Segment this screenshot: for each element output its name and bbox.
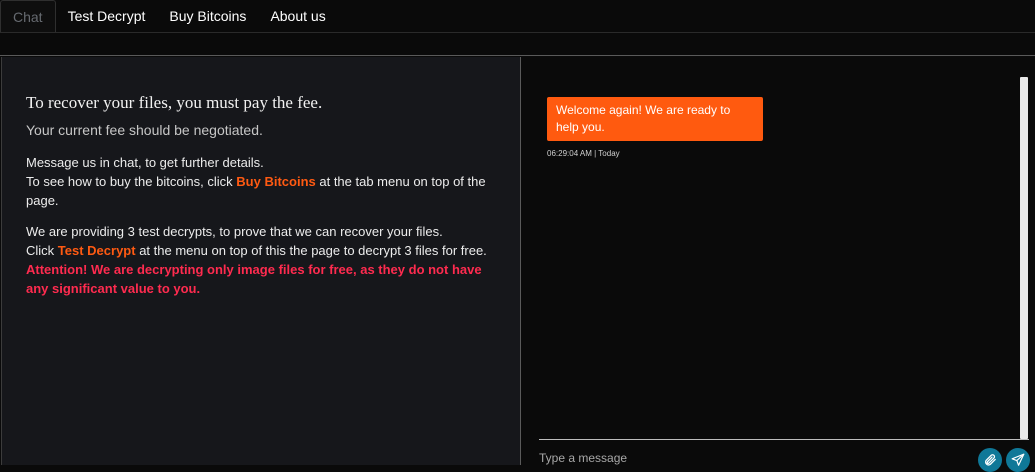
- scrollbar-thumb[interactable]: [1020, 77, 1028, 439]
- info-text: at the menu on top of this the page to d…: [135, 243, 487, 258]
- info-heading: To recover your files, you must pay the …: [26, 93, 323, 112]
- message-input[interactable]: [539, 449, 959, 467]
- main-container: To recover your files, you must pay the …: [0, 55, 1035, 472]
- tab-buy-bitcoins[interactable]: Buy Bitcoins: [157, 0, 258, 32]
- info-subheading: Your current fee should be negotiated.: [26, 122, 263, 138]
- info-panel: To recover your files, you must pay the …: [1, 57, 521, 465]
- tab-about-us[interactable]: About us: [258, 0, 337, 32]
- info-text: To see how to buy the bitcoins, click: [26, 174, 237, 189]
- tab-test-decrypt[interactable]: Test Decrypt: [56, 0, 158, 32]
- message-timestamp: 06:29:04 AM | Today: [547, 149, 620, 158]
- info-text: Click: [26, 243, 58, 258]
- top-navigation: Chat Test Decrypt Buy Bitcoins About us: [0, 0, 1035, 33]
- test-decrypt-link[interactable]: Test Decrypt: [58, 243, 136, 258]
- chat-panel: Welcome again! We are ready to help you.…: [522, 57, 1035, 472]
- message-list: Welcome again! We are ready to help you.…: [522, 57, 1018, 439]
- send-icon: [1011, 453, 1025, 466]
- info-paragraph-decrypt: We are providing 3 test decrypts, to pro…: [26, 222, 496, 298]
- message-item: Welcome again! We are ready to help you.…: [547, 97, 1018, 158]
- info-text: Message us in chat, to get further detai…: [26, 155, 264, 170]
- buy-bitcoins-link[interactable]: Buy Bitcoins: [236, 174, 315, 189]
- info-paragraph-chat: Message us in chat, to get further detai…: [26, 153, 496, 210]
- attach-button[interactable]: [978, 448, 1002, 472]
- info-text: We are providing 3 test decrypts, to pro…: [26, 224, 443, 239]
- warning-text: Attention! We are decrypting only image …: [26, 262, 482, 296]
- tab-chat[interactable]: Chat: [0, 0, 56, 32]
- send-button[interactable]: [1006, 448, 1030, 472]
- message-bubble: Welcome again! We are ready to help you.: [547, 97, 763, 141]
- paperclip-icon: [985, 454, 996, 466]
- input-divider: [539, 439, 1029, 440]
- chat-scrollbar[interactable]: [1018, 77, 1030, 441]
